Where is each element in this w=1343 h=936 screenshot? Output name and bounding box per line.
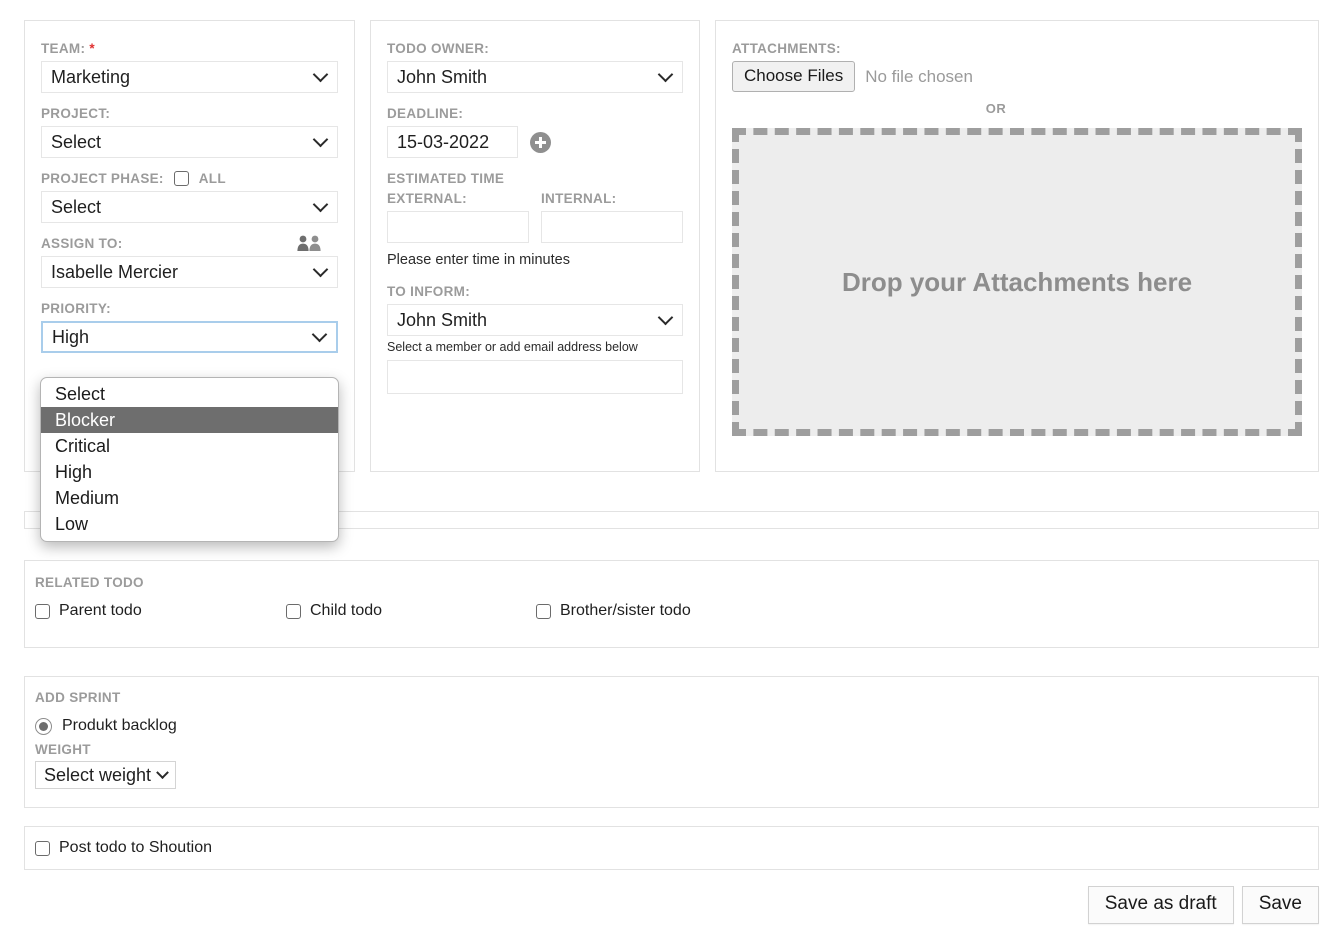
- post-todo-panel: Post todo to Shoution: [24, 826, 1319, 870]
- to-inform-select[interactable]: John Smith: [387, 304, 683, 336]
- team-select-value: Marketing: [51, 66, 131, 87]
- project-select-value: Select: [51, 131, 102, 152]
- priority-select-value: High: [52, 326, 90, 347]
- to-inform-email-input[interactable]: [387, 360, 683, 394]
- attachments-label: ATTACHMENTS:: [732, 41, 841, 56]
- assign-to-select[interactable]: Isabelle Mercier: [41, 256, 338, 288]
- priority-option-blocker[interactable]: Blocker: [41, 407, 338, 433]
- team-label: TEAM: *: [41, 41, 95, 56]
- to-inform-select-value: John Smith: [397, 309, 488, 330]
- assign-to-field-group: ASSIGN TO: Isabelle Mercier: [41, 235, 338, 288]
- todo-owner-select[interactable]: John Smith: [387, 61, 683, 93]
- chevron-down-icon: [156, 765, 169, 779]
- attachment-dropzone[interactable]: Drop your Attachments here: [732, 128, 1302, 436]
- save-button[interactable]: Save: [1241, 886, 1319, 924]
- project-select[interactable]: Select: [41, 126, 338, 158]
- project-label: PROJECT:: [41, 106, 111, 121]
- priority-option-critical[interactable]: Critical: [41, 433, 338, 459]
- related-todo-panel: RELATED TODO Parent todo Child todo Brot…: [24, 560, 1319, 648]
- project-phase-label: PROJECT PHASE:: [41, 171, 164, 186]
- assign-to-select-value: Isabelle Mercier: [51, 261, 179, 282]
- priority-option-low[interactable]: Low: [41, 511, 338, 537]
- weight-select[interactable]: Select weight: [35, 761, 177, 789]
- chevron-down-icon: [660, 312, 673, 325]
- todo-owner-select-value: John Smith: [397, 66, 488, 87]
- parent-todo-label: Parent todo: [59, 602, 142, 619]
- related-todo-item-child[interactable]: Child todo: [286, 602, 536, 620]
- chevron-down-icon: [315, 264, 328, 277]
- choose-files-button[interactable]: Choose Files: [732, 61, 856, 92]
- brother-sister-todo-checkbox[interactable]: [536, 603, 551, 619]
- project-phase-all-checkbox[interactable]: [173, 171, 189, 186]
- produkt-backlog-radio[interactable]: [35, 717, 52, 735]
- todo-form-page: TEAM: * Marketing PROJECT: Select PROJEC…: [0, 0, 1343, 936]
- child-todo-checkbox[interactable]: [286, 603, 301, 619]
- project-phase-select-value: Select: [51, 196, 102, 217]
- form-actions: Save as draft Save: [1087, 886, 1319, 924]
- parent-todo-checkbox[interactable]: [35, 603, 50, 619]
- plus-circle-icon[interactable]: [530, 131, 551, 153]
- team-field-group: TEAM: * Marketing: [41, 41, 338, 93]
- deadline-value: 15-03-2022: [397, 131, 490, 152]
- deadline-field-group: DEADLINE: 15-03-2022: [387, 106, 683, 158]
- todo-details-panel: TODO OWNER: John Smith DEADLINE: 15-03-2…: [370, 20, 700, 472]
- post-todo-checkbox[interactable]: [35, 840, 50, 856]
- estimated-time-group: ESTIMATED TIME EXTERNAL: INTERNAL: Pleas…: [387, 171, 683, 268]
- project-phase-select[interactable]: Select: [41, 191, 338, 223]
- project-field-group: PROJECT: Select: [41, 106, 338, 158]
- project-phase-all-label: ALL: [198, 171, 226, 186]
- file-chooser-row: Choose Files No file chosen: [732, 61, 1302, 92]
- todo-owner-label: TODO OWNER:: [387, 41, 490, 56]
- estimated-time-hint: Please enter time in minutes: [387, 252, 570, 268]
- estimated-time-label: ESTIMATED TIME: [387, 171, 505, 186]
- todo-owner-field-group: TODO OWNER: John Smith: [387, 41, 683, 93]
- deadline-input[interactable]: 15-03-2022: [387, 126, 518, 158]
- post-todo-label: Post todo to Shoution: [59, 839, 212, 856]
- add-sprint-title: ADD SPRINT: [35, 690, 121, 705]
- chevron-down-icon: [315, 199, 328, 212]
- chevron-down-icon: [660, 69, 673, 82]
- chevron-down-icon: [314, 329, 327, 342]
- priority-option-high[interactable]: High: [41, 459, 338, 485]
- project-phase-field-group: PROJECT PHASE: ALL Select: [41, 171, 338, 223]
- add-sprint-panel: ADD SPRINT Produkt backlog WEIGHT Select…: [24, 676, 1319, 808]
- no-file-chosen-text: No file chosen: [865, 66, 973, 86]
- required-asterisk: *: [89, 41, 95, 56]
- chevron-down-icon: [315, 134, 328, 147]
- people-icon[interactable]: [296, 235, 322, 251]
- post-todo-row[interactable]: Post todo to Shoution: [35, 839, 1308, 857]
- priority-field-group: PRIORITY: High: [41, 301, 338, 353]
- brother-sister-todo-label: Brother/sister todo: [560, 602, 691, 619]
- produkt-backlog-label: Produkt backlog: [62, 717, 177, 734]
- child-todo-label: Child todo: [310, 602, 383, 619]
- priority-dropdown-menu[interactable]: Select Blocker Critical High Medium Low: [40, 377, 339, 542]
- team-select[interactable]: Marketing: [41, 61, 338, 93]
- assign-to-label: ASSIGN TO:: [41, 236, 123, 251]
- related-todo-item-sibling[interactable]: Brother/sister todo: [536, 602, 691, 620]
- priority-select[interactable]: High: [41, 321, 338, 353]
- priority-option-select[interactable]: Select: [41, 381, 338, 407]
- to-inform-field-group: TO INFORM: John Smith Select a member or…: [387, 284, 683, 394]
- sprint-backlog-row[interactable]: Produkt backlog: [35, 717, 1308, 735]
- internal-time-input[interactable]: [541, 211, 683, 243]
- or-separator-text: OR: [985, 101, 1007, 116]
- related-todo-title: RELATED TODO: [35, 575, 144, 590]
- deadline-label: DEADLINE:: [387, 106, 464, 121]
- related-todo-item-parent[interactable]: Parent todo: [35, 602, 286, 620]
- external-time-label: EXTERNAL:: [387, 191, 467, 206]
- internal-time-label: INTERNAL:: [541, 191, 617, 206]
- chevron-down-icon: [315, 69, 328, 82]
- priority-option-medium[interactable]: Medium: [41, 485, 338, 511]
- attachments-panel: ATTACHMENTS: Choose Files No file chosen…: [715, 20, 1319, 472]
- to-inform-hint: Select a member or add email address bel…: [387, 340, 638, 354]
- to-inform-label: TO INFORM:: [387, 284, 470, 299]
- external-time-input[interactable]: [387, 211, 529, 243]
- dropzone-text: Drop your Attachments here: [841, 266, 1193, 297]
- weight-label: WEIGHT: [35, 742, 91, 757]
- weight-select-value: Select weight: [44, 764, 152, 785]
- priority-label: PRIORITY:: [41, 301, 111, 316]
- save-as-draft-button[interactable]: Save as draft: [1087, 886, 1234, 924]
